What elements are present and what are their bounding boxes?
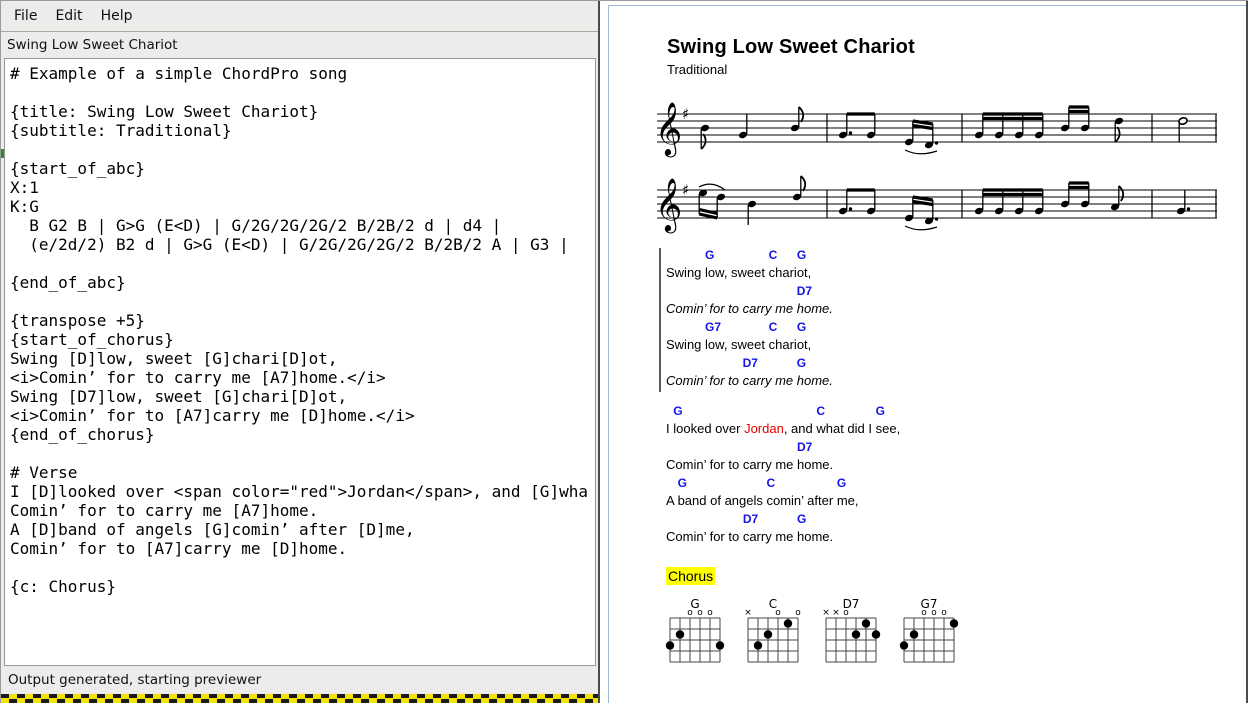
menu-edit[interactable]: Edit bbox=[46, 5, 91, 27]
svg-text:♯: ♯ bbox=[682, 105, 689, 123]
lyric-line: Comin’ for to carry me D7home. bbox=[666, 440, 900, 476]
chorus-section-label: Chorus bbox=[666, 567, 715, 585]
music-staff-1: 𝄞♯ bbox=[657, 92, 1229, 164]
document-tab-label: Swing Low Sweet Chariot bbox=[7, 37, 178, 53]
svg-text:𝄞: 𝄞 bbox=[657, 177, 682, 233]
preview-page: Swing Low Sweet Chariot Traditional 𝄞♯ 𝄞… bbox=[608, 5, 1248, 703]
lyric-line: I Glooked over Jordan , and Cwhat did I … bbox=[666, 404, 900, 440]
source-editor[interactable]: # Example of a simple ChordPro song {tit… bbox=[4, 58, 596, 666]
document-tab[interactable]: Swing Low Sweet Chariot bbox=[1, 32, 598, 58]
editor-panel: File Edit Help Swing Low Sweet Chariot #… bbox=[0, 1, 600, 703]
lyric-line: Swing Glow, sweet CchariGot, bbox=[666, 248, 833, 284]
chord-diagram-row: GoooC×ooD7××oG7ooo bbox=[664, 598, 960, 670]
chord-diagram-g7: G7ooo bbox=[898, 598, 960, 670]
lyric-line: Comin’ for to carry me D7home. bbox=[666, 284, 833, 320]
svg-text:o: o bbox=[775, 608, 781, 618]
song-subtitle: Traditional bbox=[667, 62, 727, 77]
svg-text:o: o bbox=[941, 608, 947, 618]
lyric-line: Swing G7low, sweet CchariGot, bbox=[666, 320, 833, 356]
svg-text:o: o bbox=[795, 608, 801, 618]
lyric-line: Comin’ for to D7carry me Ghome. bbox=[666, 512, 900, 548]
preview-pane[interactable]: Swing Low Sweet Chariot Traditional 𝄞♯ 𝄞… bbox=[602, 1, 1248, 703]
status-bar: Output generated, starting previewer bbox=[1, 666, 598, 694]
svg-text:o: o bbox=[697, 608, 703, 618]
menu-file[interactable]: File bbox=[5, 5, 46, 27]
svg-text:×: × bbox=[822, 608, 830, 618]
svg-text:×: × bbox=[744, 608, 752, 618]
chorus-section: Swing Glow, sweet CchariGot, Comin’ for … bbox=[659, 248, 833, 392]
scroll-marker bbox=[1, 149, 4, 158]
editor-code[interactable]: # Example of a simple ChordPro song {tit… bbox=[10, 64, 595, 596]
music-staff-2: 𝄞♯ bbox=[657, 168, 1229, 240]
svg-text:♯: ♯ bbox=[682, 181, 689, 199]
chord-diagram-g: Gooo bbox=[664, 598, 726, 670]
menu-help[interactable]: Help bbox=[92, 5, 142, 27]
song-title: Swing Low Sweet Chariot bbox=[667, 36, 915, 59]
status-text: Output generated, starting previewer bbox=[8, 672, 261, 688]
menu-bar: File Edit Help bbox=[1, 1, 598, 32]
lyric-line: A Gband of angels Ccomin’ after Gme, bbox=[666, 476, 900, 512]
svg-text:o: o bbox=[843, 608, 849, 618]
svg-text:o: o bbox=[931, 608, 937, 618]
svg-text:o: o bbox=[707, 608, 713, 618]
svg-text:o: o bbox=[921, 608, 927, 618]
verse-section: I Glooked over Jordan , and Cwhat did I … bbox=[666, 404, 900, 548]
chord-diagram-d7: D7××o bbox=[820, 598, 882, 670]
svg-text:𝄞: 𝄞 bbox=[657, 101, 682, 157]
svg-text:o: o bbox=[687, 608, 693, 618]
lyric-line: Comin’ for to D7carry me Ghome. bbox=[666, 356, 833, 392]
chord-diagram-c: C×oo bbox=[742, 598, 804, 670]
svg-text:×: × bbox=[832, 608, 840, 618]
